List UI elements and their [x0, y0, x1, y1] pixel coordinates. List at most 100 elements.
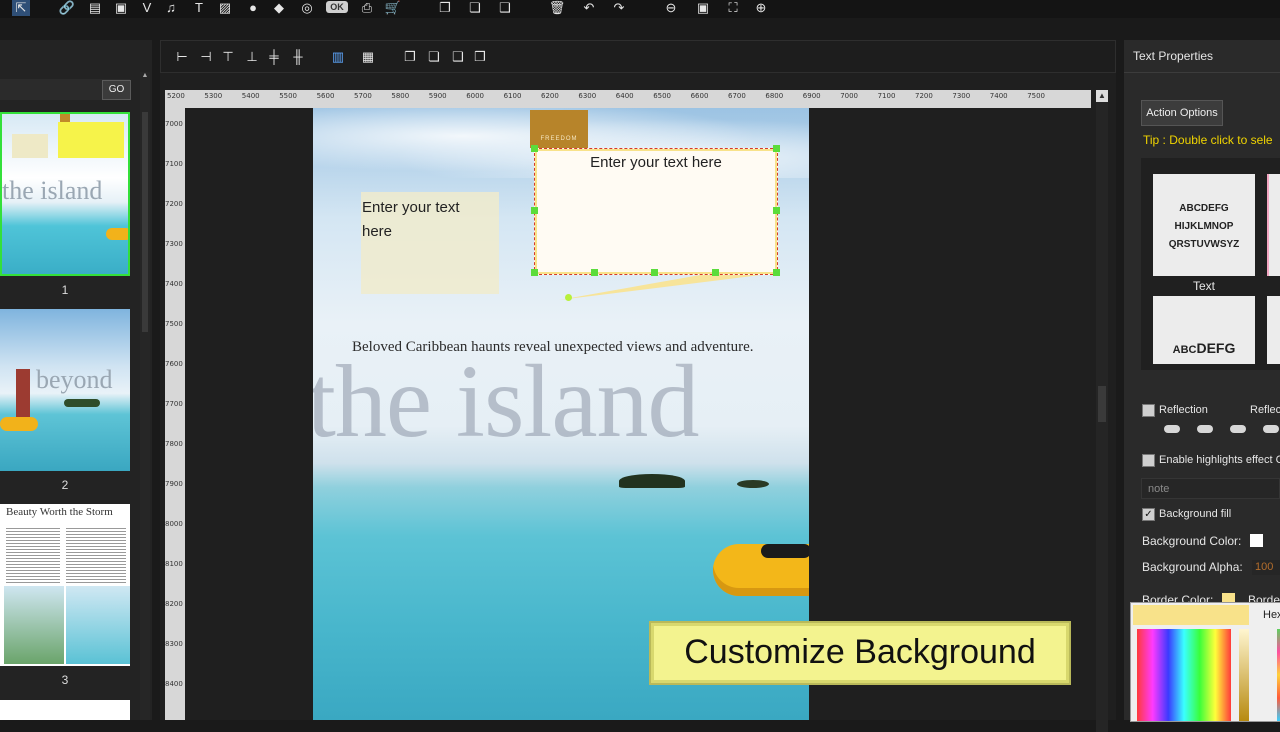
text-preset-partial-2[interactable] — [1267, 296, 1280, 364]
resize-handle[interactable] — [712, 269, 719, 276]
color-spectrum[interactable] — [1137, 629, 1231, 721]
print-icon[interactable]: ⎙ — [358, 0, 376, 16]
reflection-preset[interactable] — [1164, 425, 1180, 433]
ruler-tick-label: 7100 — [877, 92, 896, 100]
undo-icon[interactable]: ↶ — [580, 0, 598, 16]
note-input[interactable]: note — [1141, 478, 1280, 499]
thumbnails-scrollbar[interactable]: ▲ — [140, 72, 150, 720]
text-box-left[interactable]: Enter your text here — [361, 192, 499, 294]
background-alpha-input[interactable]: 100 — [1252, 560, 1280, 575]
page-thumbnail-3[interactable]: Beauty Worth the Storm — [0, 504, 130, 666]
link-icon[interactable]: 🔗 — [58, 0, 76, 16]
canvas-scroll-thumb[interactable] — [1098, 386, 1106, 422]
zoom-in-icon[interactable]: ⊕ — [752, 0, 770, 16]
thumb-person — [16, 369, 30, 421]
shape-icon[interactable]: ◆ — [270, 0, 288, 16]
duplicate-icon[interactable]: ❑ — [496, 0, 514, 16]
page-thumbnail-2[interactable]: beyond — [0, 309, 130, 471]
reflection-preset[interactable] — [1230, 425, 1246, 433]
callout-pointer-handle[interactable] — [565, 294, 572, 301]
scroll-up-icon[interactable]: ▲ — [1096, 90, 1108, 102]
flash-icon[interactable]: ● — [244, 0, 262, 16]
text-preset-partial[interactable] — [1267, 174, 1280, 276]
action-options-button[interactable]: Action Options — [1141, 100, 1223, 126]
paste-icon[interactable]: ❏ — [466, 0, 484, 16]
ruler-vertical: 7000 7100 7200 7300 7400 7500 7600 7700 7800 7900… — [165, 108, 185, 720]
ruler-tick-label: 5700 — [354, 92, 372, 100]
thumbnails-scroll-thumb[interactable] — [142, 112, 148, 332]
island — [619, 474, 685, 488]
color-brightness-slider[interactable] — [1239, 629, 1249, 721]
target-icon[interactable]: ◎ — [298, 0, 316, 16]
resize-handle[interactable] — [773, 145, 780, 152]
music-icon[interactable]: ♫ — [162, 0, 180, 16]
ok-button-icon[interactable]: OK — [326, 1, 348, 13]
zoom-out-icon[interactable]: ⊖ — [662, 0, 680, 16]
go-button[interactable]: GO — [102, 80, 131, 100]
text-preset-2[interactable]: ABCDEFG — [1153, 296, 1255, 364]
page-number-2: 2 — [61, 478, 69, 492]
bring-forward-icon[interactable]: ❏ — [425, 49, 443, 65]
callout-text-box[interactable]: Enter your text here — [534, 148, 778, 275]
page-number-3: 3 — [61, 673, 69, 687]
background-fill-checkbox[interactable]: ✓ — [1142, 508, 1155, 521]
image-icon[interactable]: ▨ — [216, 0, 234, 16]
ruler-icon[interactable]: ▥ — [329, 49, 347, 65]
page-headline: the island — [313, 344, 699, 459]
callout-text[interactable]: Enter your text here — [535, 154, 777, 171]
highlights-label: Enable highlights effect C — [1159, 454, 1280, 466]
page-thumbnail-4[interactable] — [0, 700, 130, 720]
bring-front-icon[interactable]: ❐ — [401, 49, 419, 65]
canvas-scrollbar[interactable] — [1096, 102, 1108, 732]
align-bottom-icon[interactable]: ⊥ — [243, 49, 261, 65]
ruler-tick-label: 5800 — [391, 92, 410, 100]
color-picker-popup[interactable]: Hex — [1130, 602, 1280, 722]
preset-1-sample: ABCDEFG HIJKLMNOP QRSTUVWSYZ — [1168, 203, 1240, 250]
cart-icon[interactable]: 🛒 — [384, 0, 402, 16]
ruler-tick-label: 6500 — [653, 92, 672, 100]
redo-icon[interactable]: ↷ — [610, 0, 628, 16]
align-top-icon[interactable]: ⊤ — [219, 49, 237, 65]
grid-icon[interactable]: ▦ — [359, 49, 377, 65]
fullscreen-icon[interactable]: ⛶ — [724, 0, 742, 16]
ruler-tick-label: 6400 — [615, 92, 634, 100]
resize-handle[interactable] — [531, 145, 538, 152]
fit-page-icon[interactable]: ▣ — [694, 0, 712, 16]
text-icon[interactable]: T — [190, 0, 208, 16]
resize-handle[interactable] — [531, 207, 538, 214]
scroll-up-icon[interactable]: ▲ — [141, 72, 149, 82]
send-backward-icon[interactable]: ❑ — [449, 49, 467, 65]
reflection-preset[interactable] — [1197, 425, 1213, 433]
youtube-icon[interactable]: ▣ — [112, 0, 130, 16]
page-thumbnail-1[interactable]: the island — [0, 112, 130, 276]
reflection-checkbox[interactable] — [1142, 404, 1155, 417]
text-box-left-text[interactable]: Enter your text here — [362, 196, 492, 244]
align-center-horizontal-icon[interactable]: ╫ — [289, 49, 307, 65]
ruler-tick-label: 6300 — [578, 92, 597, 100]
send-back-icon[interactable]: ❒ — [471, 49, 489, 65]
align-left-icon[interactable]: ⊢ — [173, 49, 191, 65]
thumb-headline: beyond — [36, 365, 113, 394]
ruler-tick-label: 5900 — [428, 92, 447, 100]
background-alpha-label: Background Alpha: — [1142, 560, 1243, 574]
ruler-tick-label: 7400 — [989, 92, 1008, 100]
panel-title: Text Properties — [1133, 49, 1214, 63]
align-right-icon[interactable]: ⊣ — [197, 49, 215, 65]
highlights-checkbox[interactable] — [1142, 454, 1155, 467]
reflection-preset[interactable] — [1263, 425, 1279, 433]
resize-handle[interactable] — [591, 269, 598, 276]
ruler-tick-label: 5400 — [241, 92, 260, 100]
resize-handle[interactable] — [773, 207, 780, 214]
resize-handle[interactable] — [651, 269, 658, 276]
text-preset-1[interactable]: ABCDEFG HIJKLMNOP QRSTUVWSYZ — [1153, 174, 1255, 276]
align-center-vertical-icon[interactable]: ╪ — [265, 49, 283, 65]
video-icon[interactable]: V — [138, 0, 156, 16]
resize-handle[interactable] — [531, 269, 538, 276]
delete-icon[interactable]: 🗑 — [548, 0, 566, 16]
page-icon[interactable]: ▤ — [86, 0, 104, 16]
resize-handle[interactable] — [773, 269, 780, 276]
copy-icon[interactable]: ❐ — [436, 0, 454, 16]
thumb-text-column — [66, 528, 126, 584]
background-color-swatch[interactable] — [1250, 534, 1263, 547]
select-arrow-icon[interactable]: ⇱ — [12, 0, 30, 16]
